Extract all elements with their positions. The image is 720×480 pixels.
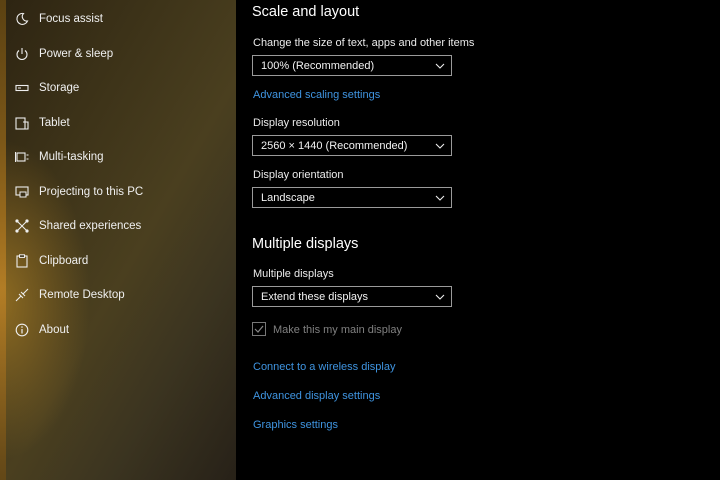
chevron-down-icon [435, 193, 445, 203]
sidebar-item-label: Clipboard [39, 255, 89, 267]
advanced-display-settings-link[interactable]: Advanced display settings [253, 389, 380, 403]
advanced-scaling-link[interactable]: Advanced scaling settings [253, 88, 380, 102]
orientation-label: Display orientation [253, 169, 344, 181]
clipboard-icon [15, 254, 29, 268]
info-icon [15, 323, 29, 337]
scale-layout-heading: Scale and layout [252, 4, 360, 20]
settings-sidebar: Focus assist Power & sleep Storage Table… [0, 0, 236, 480]
orientation-dropdown[interactable]: Landscape [252, 187, 452, 208]
resolution-dropdown[interactable]: 2560 × 1440 (Recommended) [252, 135, 452, 156]
sidebar-item-focus-assist[interactable]: Focus assist [0, 2, 236, 36]
chevron-down-icon [435, 292, 445, 302]
shared-experiences-icon [15, 219, 29, 233]
sidebar-item-label: About [39, 324, 70, 336]
display-settings-panel: Scale and layout Change the size of text… [236, 0, 720, 480]
tablet-icon [15, 116, 29, 130]
sidebar-item-tablet[interactable]: Tablet [0, 106, 236, 140]
multiple-displays-value: Extend these displays [261, 291, 369, 303]
multitasking-icon [15, 150, 29, 164]
storage-icon [15, 81, 29, 95]
remote-desktop-icon [15, 288, 29, 302]
resolution-label: Display resolution [253, 117, 340, 129]
sidebar-item-multitasking[interactable]: Multi-tasking [0, 140, 236, 174]
orientation-value: Landscape [261, 192, 315, 204]
moon-icon [15, 12, 29, 26]
sidebar-item-remote-desktop[interactable]: Remote Desktop [0, 278, 236, 312]
checkmark-icon [254, 325, 264, 333]
text-size-dropdown[interactable]: 100% (Recommended) [252, 55, 452, 76]
multiple-displays-label: Multiple displays [253, 268, 334, 280]
sidebar-item-about[interactable]: About [0, 313, 236, 347]
sidebar-item-projecting[interactable]: Projecting to this PC [0, 175, 236, 209]
main-display-label: Make this my main display [273, 324, 402, 336]
sidebar-item-label: Focus assist [39, 13, 103, 25]
text-size-label: Change the size of text, apps and other … [253, 37, 475, 49]
multiple-displays-heading: Multiple displays [252, 236, 359, 252]
sidebar-item-label: Tablet [39, 117, 70, 129]
sidebar-item-clipboard[interactable]: Clipboard [0, 244, 236, 278]
main-display-checkbox[interactable] [252, 322, 266, 336]
sidebar-item-label: Projecting to this PC [39, 186, 144, 198]
power-icon [15, 47, 29, 61]
sidebar-item-label: Shared experiences [39, 220, 142, 232]
sidebar-item-label: Power & sleep [39, 48, 114, 60]
sidebar-item-power-sleep[interactable]: Power & sleep [0, 37, 236, 71]
graphics-settings-link[interactable]: Graphics settings [253, 418, 338, 432]
chevron-down-icon [435, 141, 445, 151]
multiple-displays-dropdown[interactable]: Extend these displays [252, 286, 452, 307]
connect-wireless-display-link[interactable]: Connect to a wireless display [253, 360, 395, 374]
resolution-value: 2560 × 1440 (Recommended) [261, 140, 408, 152]
sidebar-item-label: Multi-tasking [39, 151, 104, 163]
sidebar-item-label: Storage [39, 82, 80, 94]
projecting-icon [15, 185, 29, 199]
text-size-value: 100% (Recommended) [261, 60, 375, 72]
chevron-down-icon [435, 61, 445, 71]
sidebar-item-shared-experiences[interactable]: Shared experiences [0, 209, 236, 243]
sidebar-item-label: Remote Desktop [39, 289, 125, 301]
sidebar-item-storage[interactable]: Storage [0, 71, 236, 105]
